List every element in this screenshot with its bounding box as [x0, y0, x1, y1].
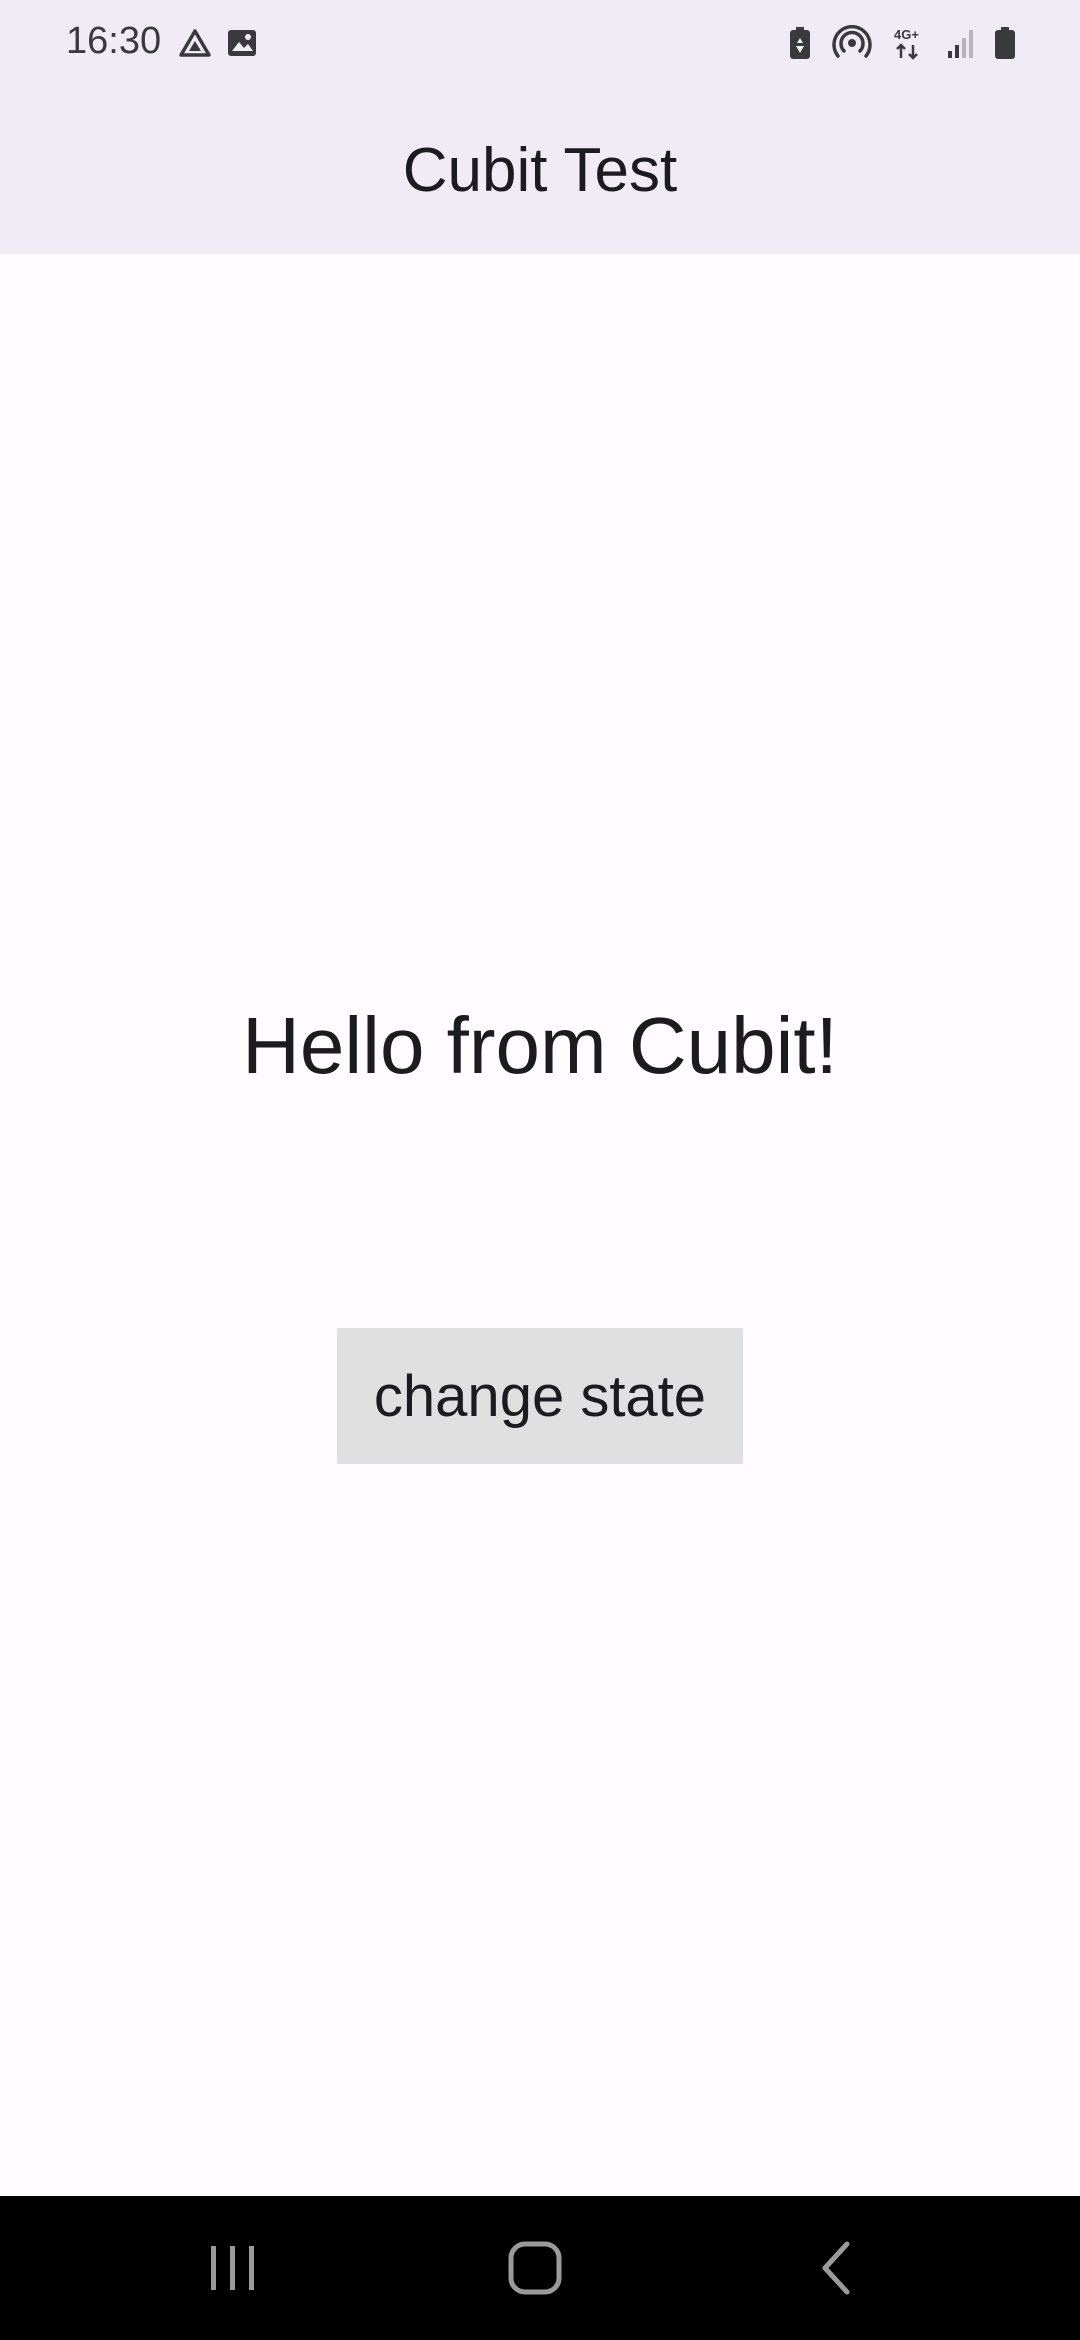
drive-icon — [178, 28, 212, 58]
recents-button[interactable] — [133, 2196, 333, 2340]
back-button[interactable] — [737, 2196, 937, 2340]
back-icon — [817, 2240, 857, 2296]
signal-icon — [946, 27, 974, 59]
hotspot-icon — [832, 25, 872, 61]
change-state-button[interactable]: change state — [337, 1328, 743, 1464]
status-left-icons — [178, 24, 258, 62]
status-right-icons: 4G+ — [788, 22, 1016, 64]
network-4g-icon: 4G+ — [892, 25, 926, 61]
app-bar: Cubit Test — [0, 86, 1080, 254]
main-content: Hello from Cubit! change state — [0, 254, 1080, 2196]
app-title: Cubit Test — [402, 135, 678, 205]
battery-saver-icon — [788, 26, 812, 60]
image-icon — [226, 28, 258, 58]
state-message: Hello from Cubit! — [242, 1001, 838, 1090]
home-icon — [507, 2240, 563, 2296]
network-label: 4G+ — [894, 27, 919, 42]
recents-icon — [208, 2244, 258, 2292]
status-bar: 16:30 4G+ — [0, 0, 1080, 86]
status-time: 16:30 — [66, 20, 162, 62]
battery-icon — [994, 26, 1016, 60]
home-button[interactable] — [435, 2196, 635, 2340]
navigation-bar — [0, 2196, 1080, 2340]
